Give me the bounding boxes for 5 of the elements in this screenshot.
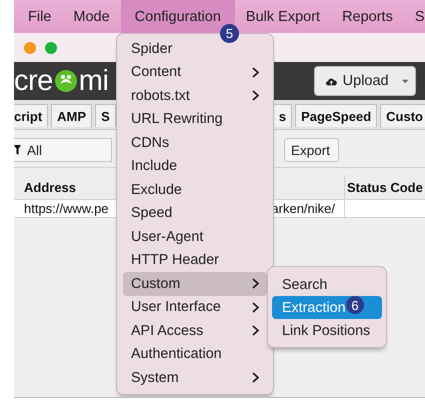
table-cell: https://www.pe	[24, 201, 109, 216]
logo-text: mi	[78, 66, 108, 96]
logo-text: cre	[14, 66, 53, 96]
table-cell: arken/nike/	[271, 201, 335, 216]
step-badge: 5	[220, 24, 239, 43]
